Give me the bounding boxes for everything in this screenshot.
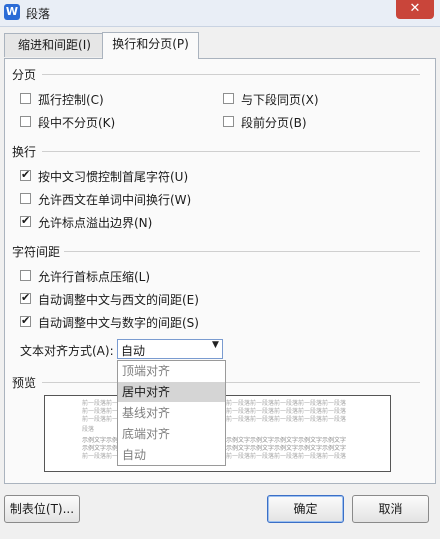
tab-line-page-break[interactable]: 换行和分页(P) bbox=[102, 32, 199, 59]
section-line-break-title: 换行 bbox=[12, 145, 37, 159]
option-auto-align[interactable]: 自动 bbox=[118, 445, 225, 465]
compress-punct-label: 允许行首标点压缩(L) bbox=[38, 270, 151, 284]
text-align-value: 自动 bbox=[121, 344, 146, 358]
option-center-align[interactable]: 居中对齐 bbox=[118, 382, 225, 402]
tab-indent-spacing[interactable]: 缩进和间距(I) bbox=[4, 33, 105, 57]
option-bottom-align[interactable]: 底端对齐 bbox=[118, 424, 225, 444]
divider bbox=[64, 251, 420, 252]
section-preview-title: 预览 bbox=[12, 376, 37, 390]
chevron-down-icon[interactable]: ▼ bbox=[212, 340, 219, 350]
auto-cn-west-checkbox[interactable] bbox=[20, 291, 31, 304]
divider bbox=[42, 151, 420, 152]
section-pagination-title: 分页 bbox=[12, 68, 37, 82]
ok-button[interactable]: 确定 bbox=[267, 495, 344, 523]
close-button[interactable]: ✕ bbox=[396, 0, 434, 19]
hanging-punct-label: 允许标点溢出边界(N) bbox=[38, 216, 153, 230]
auto-cn-num-checkbox[interactable] bbox=[20, 314, 31, 327]
chinese-rules-label: 按中文习惯控制首尾字符(U) bbox=[38, 170, 189, 184]
preview-prev-line-end: 段落 bbox=[82, 426, 95, 433]
chinese-rules-checkbox[interactable] bbox=[20, 168, 31, 181]
section-char-spacing-title: 字符间距 bbox=[12, 245, 61, 259]
widow-control-checkbox[interactable] bbox=[20, 93, 31, 104]
page-break-before-checkbox[interactable] bbox=[223, 116, 234, 127]
keep-lines-checkbox[interactable] bbox=[20, 116, 31, 127]
keep-with-next-checkbox[interactable] bbox=[223, 93, 234, 104]
word-wrap-checkbox[interactable] bbox=[20, 193, 31, 204]
auto-cn-west-label: 自动调整中文与西文的间距(E) bbox=[38, 293, 199, 307]
page-break-before-label: 段前分页(B) bbox=[241, 116, 307, 130]
compress-punct-checkbox[interactable] bbox=[20, 270, 31, 281]
text-align-label: 文本对齐方式(A): bbox=[20, 344, 114, 358]
window-title: 段落 bbox=[26, 7, 51, 21]
word-wrap-label: 允许西文在单词中间换行(W) bbox=[38, 193, 192, 207]
widow-control-label: 孤行控制(C) bbox=[38, 93, 104, 107]
app-icon: W bbox=[4, 4, 20, 20]
option-baseline-align[interactable]: 基线对齐 bbox=[118, 403, 225, 423]
title-bar bbox=[0, 0, 440, 27]
option-top-align[interactable]: 顶端对齐 bbox=[118, 361, 225, 381]
hanging-punct-checkbox[interactable] bbox=[20, 214, 31, 227]
divider bbox=[42, 74, 420, 75]
keep-lines-label: 段中不分页(K) bbox=[38, 116, 116, 130]
close-icon: ✕ bbox=[409, 1, 421, 16]
keep-with-next-label: 与下段同页(X) bbox=[241, 93, 319, 107]
auto-cn-num-label: 自动调整中文与数字的间距(S) bbox=[38, 316, 199, 330]
divider bbox=[42, 382, 420, 383]
tabs-button[interactable]: 制表位(T)... bbox=[4, 495, 80, 523]
cancel-button[interactable]: 取消 bbox=[352, 495, 429, 523]
